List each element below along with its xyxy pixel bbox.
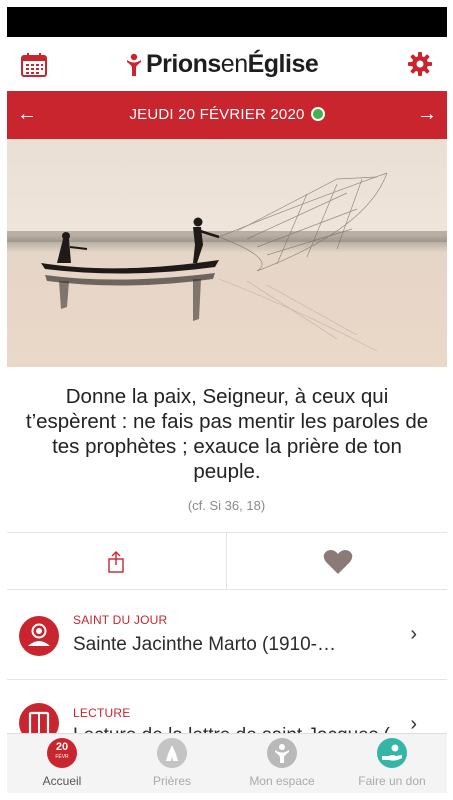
tab-faire-un-don[interactable]: Faire un don — [337, 734, 447, 794]
daily-quote: Donne la paix, Seigneur, à ceux qui t’es… — [25, 385, 429, 483]
quote-reference: (cf. Si 36, 18) — [187, 498, 266, 513]
app-logo: PrionsenÉglise — [125, 49, 319, 79]
share-icon — [108, 551, 124, 573]
heart-icon — [323, 550, 353, 574]
chevron-right-icon: › — [410, 623, 417, 645]
calendar-icon[interactable] — [21, 53, 47, 77]
favorite-button[interactable] — [228, 533, 447, 589]
status-bar — [7, 7, 447, 37]
status-dot-icon — [310, 107, 325, 121]
tab-accueil[interactable]: 20 FÉVR Accueil — [7, 734, 117, 794]
item-title: Sainte Jacinthe Marto (1910-… — [73, 634, 336, 655]
logo-wordmark: PrionsenÉglise — [146, 49, 319, 78]
bottom-tab-bar: 20 FÉVR Accueil Prières Mon espace Faire… — [7, 733, 447, 793]
quote-actions — [7, 532, 447, 590]
donate-hand-icon — [377, 738, 407, 768]
praying-hands-icon — [157, 738, 187, 768]
item-category: SAINT DU JOUR — [73, 613, 168, 627]
item-category: LECTURE — [73, 706, 131, 720]
tab-prieres[interactable]: Prières — [117, 734, 227, 794]
calendar-day-badge-icon: 20 FÉVR — [47, 738, 77, 768]
tab-mon-espace[interactable]: Mon espace — [227, 734, 337, 794]
settings-gear-icon[interactable] — [407, 51, 433, 77]
next-day-arrow-icon[interactable]: → — [417, 103, 437, 125]
hero-image-fishermen — [7, 139, 447, 367]
user-figure-icon — [267, 738, 297, 768]
praying-figure-icon — [127, 53, 141, 76]
app-header: PrionsenÉglise — [7, 37, 447, 91]
current-date[interactable]: JEUDI 20 FÉVRIER 2020 — [7, 106, 447, 123]
date-navigation-bar: ← JEUDI 20 FÉVRIER 2020 → — [7, 91, 447, 139]
saint-icon — [19, 616, 59, 656]
saint-of-the-day-item[interactable]: SAINT DU JOUR Sainte Jacinthe Marto (191… — [7, 590, 447, 680]
share-button[interactable] — [7, 533, 227, 589]
